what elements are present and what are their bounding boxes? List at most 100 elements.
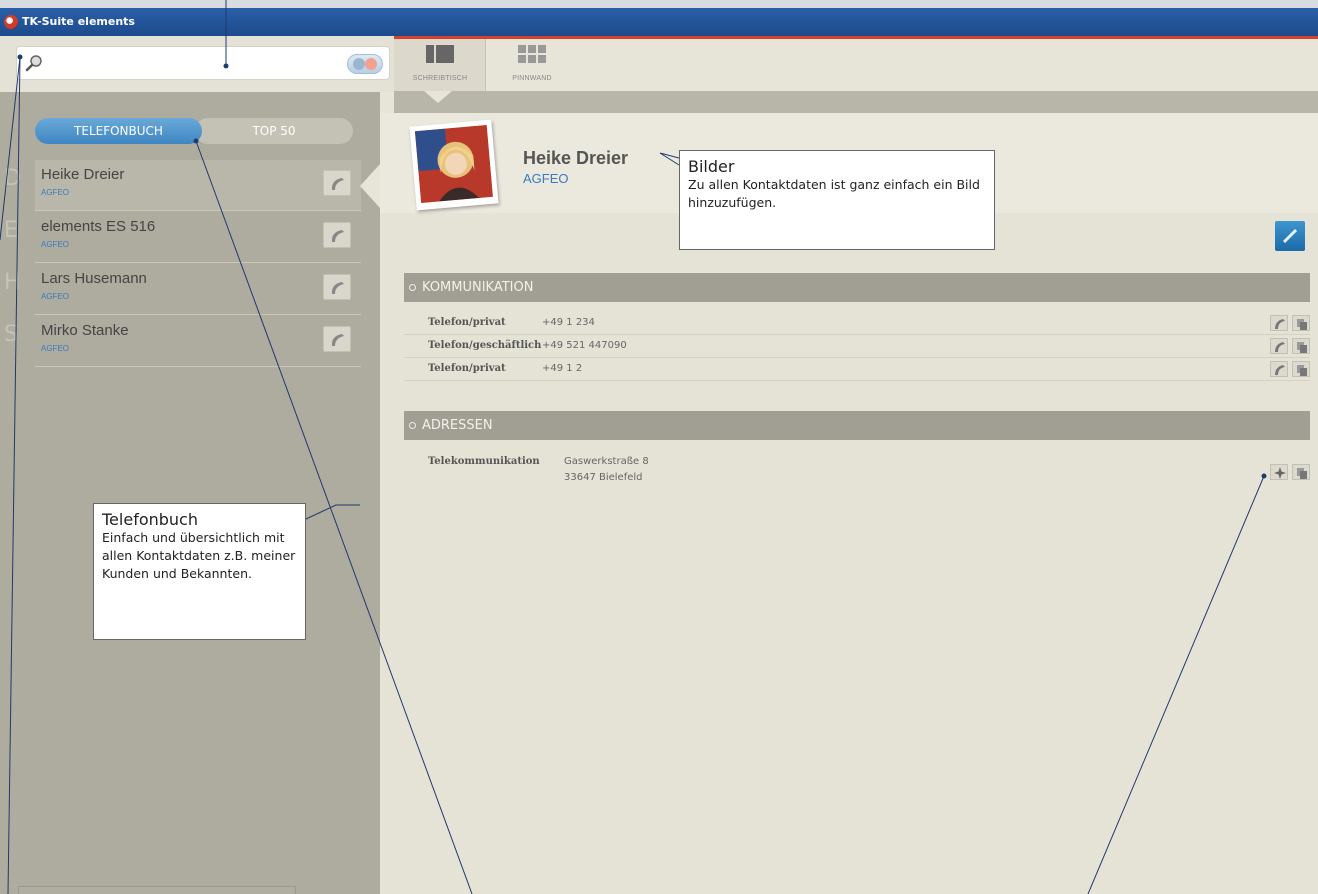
search-box[interactable] <box>16 46 390 80</box>
avatar[interactable] <box>409 119 499 211</box>
tab-underbar <box>394 91 1318 113</box>
contact-row-company: AGFEO <box>41 292 70 301</box>
address-street: Gaswerkstraße 8 <box>564 456 649 467</box>
copy-icon <box>1297 342 1307 353</box>
address-city: 33647 Bielefeld <box>564 472 643 483</box>
dial-button[interactable] <box>1270 361 1288 377</box>
contact-list: D Heike Dreier AGFEO Eelements ES 516 AGFEO H… <box>0 160 380 368</box>
phone-label: Telefon/privat <box>428 317 506 328</box>
contact-row-name: Mirko Stanke <box>41 322 129 339</box>
desk-icon <box>426 45 454 63</box>
app-screenshot: TK-Suite elements SCHREIBTISCH PINNWAND … <box>0 0 1318 894</box>
phone-number[interactable]: +49 521 447090 <box>542 340 627 351</box>
handset-icon <box>331 178 344 190</box>
window-title: TK-Suite elements <box>22 15 135 28</box>
app-logo-icon <box>4 15 18 29</box>
callout-bilder: Bilder Zu allen Kontaktdaten ist ganz ei… <box>679 150 995 250</box>
contact-row-name: Heike Dreier <box>41 166 125 183</box>
contact-row[interactable]: H Lars Husemann AGFEO <box>0 264 380 316</box>
handset-icon <box>1275 365 1285 375</box>
phone-row: Telefon/privat +49 1 2 <box>404 359 1310 381</box>
section-title: ADRESSEN <box>422 418 493 433</box>
call-button[interactable] <box>323 326 351 352</box>
copy-icon <box>1297 468 1307 479</box>
section-kommunikation: KOMMUNIKATION <box>404 273 1310 302</box>
title-bar: TK-Suite elements <box>0 8 1318 36</box>
phonebook-panel: TOP 50 TELEFONBUCH D Heike Dreier AGFEO Eel… <box>0 92 380 894</box>
call-button[interactable] <box>323 222 351 248</box>
copy-button[interactable] <box>1292 315 1310 331</box>
route-button[interactable] <box>1270 464 1288 480</box>
index-letter: H <box>4 270 21 295</box>
tab-telefonbuch[interactable]: TELEFONBUCH <box>35 118 202 144</box>
dial-button[interactable] <box>1270 338 1288 354</box>
index-letter: D <box>4 166 21 191</box>
bottom-strip <box>18 886 296 894</box>
contact-company[interactable]: AGFEO <box>523 171 569 186</box>
tab-top50[interactable]: TOP 50 <box>195 118 353 144</box>
contact-name: Heike Dreier <box>523 148 629 168</box>
clear-search-icon[interactable] <box>347 54 383 74</box>
handset-icon <box>331 230 344 242</box>
tab-label: SCHREIBTISCH <box>412 75 468 82</box>
tab-label: PINNWAND <box>512 75 552 82</box>
phone-row: Telefon/geschäftlich +49 521 447090 <box>404 336 1310 358</box>
section-bullet-icon <box>409 422 416 429</box>
copy-button[interactable] <box>1292 361 1310 377</box>
contact-row-company: AGFEO <box>41 344 70 353</box>
search-row <box>0 36 395 92</box>
copy-icon <box>1297 319 1307 330</box>
board-icon <box>518 45 546 63</box>
index-letter: S <box>4 322 18 347</box>
contact-card[interactable]: elements ES 516 AGFEO <box>35 212 361 263</box>
index-letter: E <box>4 218 18 243</box>
callout-title: Telefonbuch <box>102 510 198 529</box>
phone-row: Telefon/privat +49 1 234 <box>404 313 1310 335</box>
dial-button[interactable] <box>1270 315 1288 331</box>
search-icon <box>25 55 42 72</box>
handset-icon <box>331 282 344 294</box>
view-tabs: SCHREIBTISCH PINNWAND <box>394 39 1318 91</box>
contact-row-company: AGFEO <box>41 240 70 249</box>
contact-row-name: elements ES 516 <box>41 218 156 235</box>
callout-text: Einfach und übersichtlich mit allen Kont… <box>102 530 296 581</box>
contact-row[interactable]: Eelements ES 516 AGFEO <box>0 212 380 264</box>
tab-schreibtisch[interactable]: SCHREIBTISCH <box>394 39 486 91</box>
active-tab-caret <box>424 91 452 103</box>
contact-row[interactable]: S Mirko Stanke AGFEO <box>0 316 380 368</box>
list-tabs: TOP 50 TELEFONBUCH <box>35 118 353 144</box>
contact-card[interactable]: Lars Husemann AGFEO <box>35 264 361 315</box>
section-title: KOMMUNIKATION <box>422 280 534 295</box>
phone-number[interactable]: +49 1 2 <box>542 363 582 374</box>
selection-caret <box>360 164 380 208</box>
copy-address-button[interactable] <box>1292 464 1310 480</box>
copy-icon <box>1297 365 1307 376</box>
contact-card[interactable]: Mirko Stanke AGFEO <box>35 316 361 367</box>
top-strip <box>0 0 1318 8</box>
section-bullet-icon <box>409 284 416 291</box>
handset-icon <box>1275 342 1285 352</box>
copy-button[interactable] <box>1292 338 1310 354</box>
callout-telefonbuch: Telefonbuch Einfach und übersichtlich mi… <box>93 503 306 640</box>
address-label: Telekommunikation <box>428 456 540 467</box>
section-adressen: ADRESSEN <box>404 411 1310 440</box>
contact-row-name: Lars Husemann <box>41 270 147 287</box>
contact-card[interactable]: Heike Dreier AGFEO <box>35 160 361 211</box>
phone-label: Telefon/privat <box>428 363 506 374</box>
contact-row[interactable]: D Heike Dreier AGFEO <box>0 160 380 212</box>
handset-icon <box>1275 319 1285 329</box>
call-button[interactable] <box>323 274 351 300</box>
callout-text: Zu allen Kontaktdaten ist ganz einfach e… <box>688 177 980 210</box>
search-input[interactable] <box>51 53 341 73</box>
call-button[interactable] <box>323 170 351 196</box>
address-row: Telekommunikation Gaswerkstraße 8 33647 … <box>404 452 1310 502</box>
pencil-icon <box>1282 228 1298 244</box>
phone-number[interactable]: +49 1 234 <box>542 317 595 328</box>
callout-title: Bilder <box>688 157 735 176</box>
phone-label: Telefon/geschäftlich <box>428 340 542 351</box>
tab-pinnwand[interactable]: PINNWAND <box>486 39 578 91</box>
avatar-photo <box>414 125 493 204</box>
contact-row-company: AGFEO <box>41 188 70 197</box>
handset-icon <box>331 334 344 346</box>
edit-button[interactable] <box>1275 221 1305 251</box>
